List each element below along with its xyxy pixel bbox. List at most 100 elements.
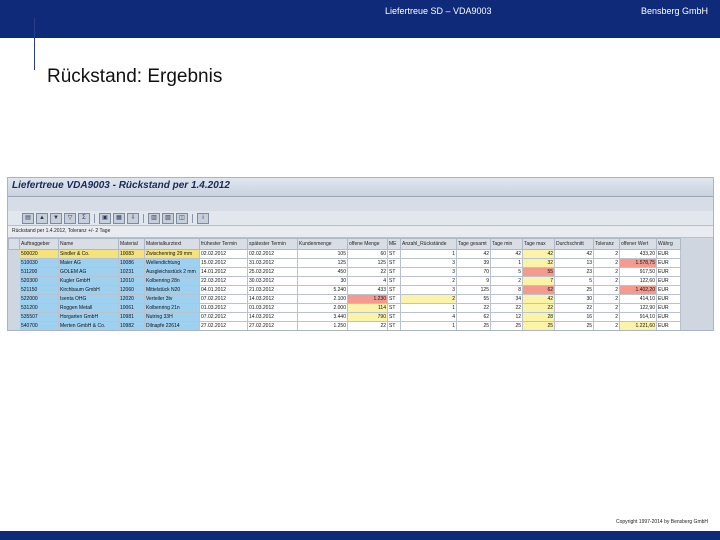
- table-cell[interactable]: 9: [456, 276, 491, 286]
- table-cell[interactable]: 22: [347, 267, 388, 277]
- table-cell[interactable]: Kugler GmbH: [58, 276, 119, 286]
- table-cell[interactable]: ST: [387, 249, 401, 259]
- table-cell[interactable]: 3.440: [297, 312, 348, 322]
- table-cell[interactable]: 10982: [118, 321, 145, 330]
- table-cell[interactable]: 30.03.2012: [247, 276, 298, 286]
- table-cell[interactable]: EUR: [656, 267, 681, 277]
- table-cell[interactable]: 540700: [19, 321, 59, 330]
- details-icon[interactable]: ▤: [22, 212, 34, 224]
- table-cell[interactable]: 1: [400, 303, 457, 313]
- table-cell[interactable]: 62: [456, 312, 491, 322]
- table-cell[interactable]: 510030: [19, 258, 59, 268]
- table-cell[interactable]: 125: [456, 285, 491, 295]
- table-cell[interactable]: 10086: [118, 258, 145, 268]
- table-cell[interactable]: 42: [522, 249, 555, 259]
- row-selector[interactable]: [8, 312, 20, 322]
- row-selector[interactable]: [8, 276, 20, 286]
- table-cell[interactable]: 25: [490, 321, 523, 330]
- table-cell[interactable]: Isenta OHG: [58, 294, 119, 304]
- table-cell[interactable]: GOLEM AG: [58, 267, 119, 277]
- table-cell[interactable]: 414,10: [619, 294, 657, 304]
- table-cell[interactable]: Nutring 33H: [144, 312, 200, 322]
- table-cell[interactable]: 10083: [118, 249, 145, 259]
- table-cell[interactable]: 1: [400, 321, 457, 330]
- table-cell[interactable]: EUR: [656, 321, 681, 330]
- table-cell[interactable]: 105: [297, 249, 348, 259]
- table-cell[interactable]: Verteiler 3tv: [144, 294, 200, 304]
- table-cell[interactable]: 2: [593, 249, 620, 259]
- table-cell[interactable]: 02.02.2012: [247, 249, 298, 259]
- table-cell[interactable]: 522000: [19, 294, 59, 304]
- table-cell[interactable]: 12010: [118, 276, 145, 286]
- table-cell[interactable]: 14.01.2012: [199, 267, 248, 277]
- table-cell[interactable]: 433,20: [619, 249, 657, 259]
- table-cell[interactable]: EUR: [656, 303, 681, 313]
- table-cell[interactable]: EUR: [656, 312, 681, 322]
- table-cell[interactable]: EUR: [656, 249, 681, 259]
- table-cell[interactable]: 22: [456, 303, 491, 313]
- row-selector[interactable]: [8, 303, 20, 313]
- table-cell[interactable]: 1.250: [297, 321, 348, 330]
- table-cell[interactable]: 31.03.2012: [247, 258, 298, 268]
- column-header[interactable]: Währg: [656, 238, 681, 250]
- table-cell[interactable]: ST: [387, 285, 401, 295]
- table-cell[interactable]: 02.02.2012: [199, 249, 248, 259]
- row-selector[interactable]: [8, 321, 20, 330]
- table-row[interactable]: 540700 Merten GmbH & Co. 10982 Dilnapfe …: [8, 321, 681, 330]
- column-header[interactable]: Durchschnitt: [554, 238, 594, 250]
- table-cell[interactable]: 01.03.2012: [247, 303, 298, 313]
- table-cell[interactable]: 5: [490, 267, 523, 277]
- table-cell[interactable]: 27.02.2012: [247, 321, 298, 330]
- table-cell[interactable]: 1: [490, 258, 523, 268]
- table-cell[interactable]: 13: [554, 258, 594, 268]
- table-cell[interactable]: Kolbenring 21n: [144, 303, 200, 313]
- table-cell[interactable]: 2: [593, 294, 620, 304]
- table-cell[interactable]: 917,50: [619, 267, 657, 277]
- info-icon[interactable]: i: [197, 212, 209, 224]
- table-cell[interactable]: 2: [490, 276, 523, 286]
- table-cell[interactable]: 04.01.2012: [199, 285, 248, 295]
- table-cell[interactable]: 10981: [118, 312, 145, 322]
- row-selector[interactable]: [8, 249, 20, 259]
- table-cell[interactable]: 62: [522, 285, 555, 295]
- column-header[interactable]: Name: [58, 238, 119, 250]
- table-cell[interactable]: 42: [522, 294, 555, 304]
- row-selector[interactable]: [8, 258, 20, 268]
- table-cell[interactable]: 2: [593, 321, 620, 330]
- table-cell[interactable]: ST: [387, 321, 401, 330]
- table-cell[interactable]: 1.578,75: [619, 258, 657, 268]
- column-header[interactable]: offene Menge: [347, 238, 388, 250]
- table-cell[interactable]: 8: [490, 285, 523, 295]
- sort-descending-icon[interactable]: ▼: [50, 212, 62, 224]
- filter-icon[interactable]: ▽: [64, 212, 76, 224]
- save-layout-icon[interactable]: ◫: [176, 212, 188, 224]
- table-cell[interactable]: Dilnapfe 22614: [144, 321, 200, 330]
- table-cell[interactable]: Merten GmbH & Co.: [58, 321, 119, 330]
- layout-icon[interactable]: ▥: [148, 212, 160, 224]
- table-cell[interactable]: EUR: [656, 294, 681, 304]
- table-cell[interactable]: Zwischenring 29 mm: [144, 249, 200, 259]
- table-cell[interactable]: 1.230: [347, 294, 388, 304]
- table-cell[interactable]: 3: [400, 258, 457, 268]
- export-icon[interactable]: ⇩: [127, 212, 139, 224]
- row-selector[interactable]: [8, 285, 20, 295]
- table-cell[interactable]: Kirchbaum GmbH: [58, 285, 119, 295]
- table-cell[interactable]: 2: [593, 276, 620, 286]
- table-cell[interactable]: 15.02.2012: [199, 258, 248, 268]
- column-header[interactable]: Toleranz: [593, 238, 620, 250]
- table-cell[interactable]: 114: [347, 303, 388, 313]
- table-cell[interactable]: 122,60: [619, 276, 657, 286]
- table-cell[interactable]: 4: [347, 276, 388, 286]
- table-cell[interactable]: Ausgleichsstück 2 mm: [144, 267, 200, 277]
- table-cell[interactable]: 60: [347, 249, 388, 259]
- table-cell[interactable]: 433: [347, 285, 388, 295]
- table-cell[interactable]: 12060: [118, 285, 145, 295]
- table-cell[interactable]: 2: [593, 258, 620, 268]
- table-cell[interactable]: 2: [593, 267, 620, 277]
- table-cell[interactable]: 34: [490, 294, 523, 304]
- row-selector[interactable]: [8, 267, 20, 277]
- table-cell[interactable]: Roggen Metall: [58, 303, 119, 313]
- table-cell[interactable]: 55: [522, 267, 555, 277]
- table-cell[interactable]: 450: [297, 267, 348, 277]
- table-cell[interactable]: 125: [297, 258, 348, 268]
